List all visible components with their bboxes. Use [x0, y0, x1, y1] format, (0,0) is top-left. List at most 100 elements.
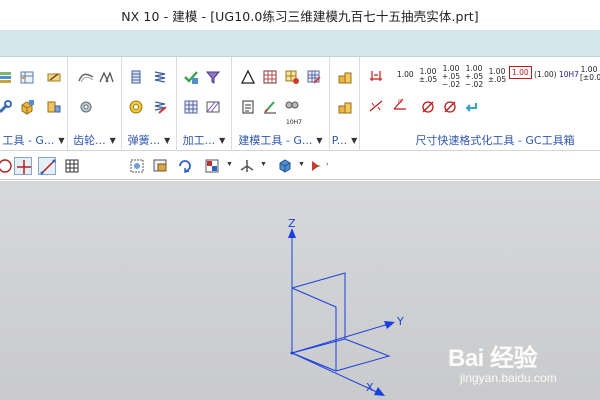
- hatch-tool-icon[interactable]: [205, 99, 221, 115]
- spreadsheet-icon[interactable]: [262, 69, 278, 85]
- yz-plane: [291, 272, 346, 354]
- diameter-alt-icon[interactable]: [442, 99, 458, 115]
- group-label-text: 弹簧...: [127, 134, 161, 147]
- origin-point: [290, 351, 294, 355]
- chevron-down-icon: ▼: [164, 135, 171, 145]
- washer-icon[interactable]: [128, 99, 144, 115]
- dimension-angle-icon[interactable]: n: [392, 95, 408, 111]
- display-shaded-icon[interactable]: [276, 157, 294, 175]
- ribbon-group-label[interactable]: 尺寸快速格式化工具 - GC工具箱: [390, 133, 600, 147]
- coins-stack-icon[interactable]: [337, 69, 353, 85]
- gear-tooth-icon[interactable]: [98, 69, 114, 85]
- zoom-window-icon[interactable]: [152, 157, 170, 175]
- ribbon-group-dimension-format: 1.00 1.00 ±.05 1.00 +.05 −.02 1.00 +.05 −.02 …: [360, 57, 600, 151]
- check-feature-icon[interactable]: [183, 69, 199, 85]
- ribbon: 工具 - G... ▼ 齿轮... ▼ 弹簧... ▼ 加工... ▼ 10H7…: [0, 57, 600, 151]
- dim-tolerance-limits-button[interactable]: 1.00 +.05 −.02: [441, 65, 461, 89]
- return-arrow-icon[interactable]: [464, 99, 480, 115]
- dim-bilateral-button[interactable]: 1.00 ±.05: [487, 68, 507, 84]
- pen-drawing-icon[interactable]: [262, 99, 278, 115]
- dim-bracket-tol: [±0.05]: [580, 73, 600, 82]
- xy-plane: [335, 338, 391, 372]
- chevron-down-icon: ▼: [219, 135, 226, 145]
- chevron-right-icon[interactable]: ›: [326, 161, 328, 168]
- chevron-down-icon[interactable]: ▼: [298, 161, 305, 168]
- watermark-site: jingyan.baidu.com: [460, 371, 557, 385]
- table-tool-icon[interactable]: [19, 69, 35, 85]
- title-bar: NX 10 - 建模 - [UG10.0练习三维建模九百七十五抽壳实体.prt]: [0, 0, 600, 30]
- document-icon[interactable]: [240, 99, 256, 115]
- dim-bracket-button[interactable]: 1.00[±0.05]: [580, 66, 600, 82]
- snap-point-icon[interactable]: [14, 157, 32, 175]
- ribbon-group-spring: 弹簧... ▼: [122, 57, 177, 151]
- dim-fit-button[interactable]: 10H7: [559, 71, 579, 79]
- group-label-text: 尺寸快速格式化工具 - GC工具箱: [415, 134, 575, 147]
- group-label-text: P...: [331, 133, 348, 147]
- svg-text:n: n: [398, 98, 402, 105]
- dim-basic-button[interactable]: 1.00: [509, 66, 532, 79]
- chevron-down-icon: ▼: [58, 135, 65, 145]
- dim-tol: ±.05: [487, 75, 507, 84]
- chevron-down-icon: ▼: [316, 135, 323, 145]
- ribbon-group-p: P... ▼: [330, 57, 360, 151]
- dim-tolerance-sym-button[interactable]: 1.00 ±.05: [418, 68, 438, 84]
- chevron-down-icon[interactable]: ▼: [226, 161, 233, 168]
- grid-icon[interactable]: [63, 157, 81, 175]
- funnel-tool-icon[interactable]: [205, 69, 221, 85]
- ribbon-group-label[interactable]: 建模工具 - G... ▼: [232, 133, 329, 147]
- dim-tolerance-limits-2-button[interactable]: 1.00 +.05 −.02: [464, 65, 484, 89]
- assembly-icon[interactable]: [46, 99, 62, 115]
- gear-settings-icon[interactable]: [78, 99, 94, 115]
- x-axis-label: X: [366, 381, 374, 394]
- more-icon[interactable]: [308, 157, 326, 175]
- pencil-edit-icon[interactable]: [46, 69, 62, 85]
- chevron-down-icon[interactable]: ▼: [260, 161, 267, 168]
- view-toolbar: ▼ ▼ ▼ ›: [0, 152, 600, 180]
- spring-coil-icon[interactable]: [128, 69, 144, 85]
- dim-lower: −.02: [441, 80, 461, 89]
- view-orient-icon[interactable]: [238, 157, 256, 175]
- rotate-icon[interactable]: [176, 157, 194, 175]
- render-style-icon[interactable]: [203, 157, 221, 175]
- layer-stack-icon[interactable]: [0, 69, 13, 85]
- dim-plain-button[interactable]: 1.00: [397, 71, 414, 79]
- dim-reference-button[interactable]: (1.00): [534, 71, 557, 79]
- snap-circle-icon[interactable]: [0, 157, 14, 175]
- ribbon-group-tools: 工具 - G... ▼: [0, 57, 68, 151]
- fit-label: 10H7: [286, 119, 302, 126]
- ribbon-group-label[interactable]: 加工... ▼: [177, 133, 231, 147]
- group-label-text: 加工...: [182, 134, 216, 147]
- y-axis-label: Y: [396, 315, 404, 328]
- ribbon-tab-strip: [0, 30, 600, 57]
- measure-grid-icon[interactable]: [284, 69, 300, 85]
- dim-basic-value: 1.00: [509, 66, 532, 79]
- ribbon-group-label[interactable]: P... ▼: [330, 133, 359, 147]
- gear-surface-icon[interactable]: [78, 69, 94, 85]
- group-label-text: 工具 - G...: [2, 134, 55, 147]
- xy-plane-edge: [291, 352, 337, 372]
- cube-paint-icon[interactable]: [19, 99, 35, 115]
- spring-erase-icon[interactable]: [152, 99, 168, 115]
- grid-table-icon[interactable]: [183, 99, 199, 115]
- xz-plane: [291, 287, 337, 371]
- fit-tolerance-icon[interactable]: [284, 99, 300, 115]
- ribbon-group-label[interactable]: 工具 - G... ▼: [0, 133, 67, 147]
- coins-stack-2-icon[interactable]: [337, 99, 353, 115]
- watermark-logo: Bai 经验: [448, 345, 538, 372]
- spring-helix-icon[interactable]: [152, 69, 168, 85]
- window-title: NX 10 - 建模 - [UG10.0练习三维建模九百七十五抽壳实体.prt]: [121, 8, 479, 24]
- triangle-icon[interactable]: [240, 69, 256, 85]
- ribbon-group-gear: 齿轮... ▼: [68, 57, 122, 151]
- dimension-origin-icon[interactable]: [368, 67, 384, 83]
- chevron-down-icon: ▼: [109, 135, 116, 145]
- ribbon-group-label[interactable]: 齿轮... ▼: [68, 133, 121, 147]
- diameter-icon[interactable]: [420, 99, 436, 115]
- dim-lower: −.02: [464, 80, 484, 89]
- ribbon-group-modeling-tools: 10H7 建模工具 - G... ▼: [232, 57, 330, 151]
- fit-view-icon[interactable]: [128, 157, 146, 175]
- snap-line-icon[interactable]: [38, 157, 56, 175]
- wrench-tool-icon[interactable]: [0, 99, 13, 115]
- ribbon-group-label[interactable]: 弹簧... ▼: [122, 133, 176, 147]
- dimension-rotate-icon[interactable]: [368, 97, 384, 113]
- grid-edit-icon[interactable]: [306, 69, 322, 85]
